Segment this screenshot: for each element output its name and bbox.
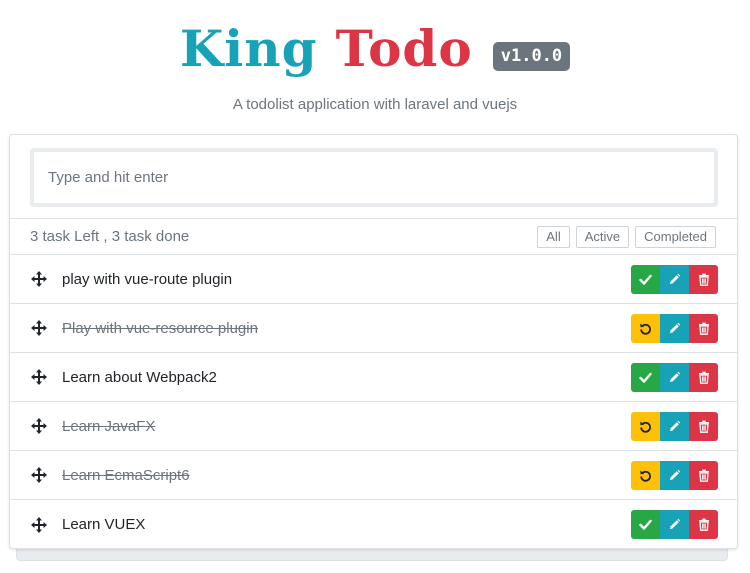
task-count-summary: 3 task Left , 3 task done [30, 228, 190, 245]
filter-group: All Active Completed [537, 225, 716, 248]
title-row: King Todo v1.0.0 [0, 14, 750, 84]
filter-completed-button[interactable]: Completed [635, 225, 716, 248]
edit-task-button[interactable] [660, 411, 689, 441]
app-title-king: King [179, 19, 318, 78]
delete-task-button[interactable] [689, 510, 718, 539]
move-arrows-icon[interactable] [30, 516, 48, 534]
move-arrows-icon[interactable] [30, 417, 48, 435]
complete-task-button[interactable] [631, 362, 660, 392]
task-row: Play with vue-resource plugin [10, 304, 737, 353]
filter-active-button[interactable]: Active [575, 225, 630, 248]
pencil-icon [668, 322, 681, 335]
task-actions [631, 313, 718, 343]
move-arrows-icon[interactable] [30, 368, 48, 386]
task-actions [631, 264, 718, 294]
edit-task-button[interactable] [660, 460, 689, 490]
trash-icon [698, 322, 710, 335]
task-row: Learn EcmaScript6 [10, 451, 737, 500]
edit-task-button[interactable] [660, 362, 689, 392]
new-task-section [10, 135, 737, 219]
pencil-icon [668, 371, 681, 384]
task-actions [631, 460, 718, 490]
undo-icon [639, 469, 652, 482]
new-task-input[interactable] [30, 148, 718, 207]
edit-task-button[interactable] [660, 510, 689, 539]
check-icon [639, 371, 652, 384]
task-row: Learn about Webpack2 [10, 353, 737, 402]
check-icon [639, 273, 652, 286]
task-title[interactable]: play with vue-route plugin [62, 271, 631, 288]
trash-icon [698, 469, 710, 482]
pencil-icon [668, 518, 681, 531]
filter-all-button[interactable]: All [537, 225, 570, 248]
edit-task-button[interactable] [660, 313, 689, 343]
delete-task-button[interactable] [689, 411, 718, 441]
task-row: Learn JavaFX [10, 402, 737, 451]
undo-icon [639, 322, 652, 335]
delete-task-button[interactable] [689, 264, 718, 294]
move-arrows-icon[interactable] [30, 466, 48, 484]
delete-task-button[interactable] [689, 362, 718, 392]
status-bar: 3 task Left , 3 task done All Active Com… [10, 219, 737, 255]
pencil-icon [668, 273, 681, 286]
app-title-todo: Todo [335, 19, 473, 78]
trash-icon [698, 420, 710, 433]
task-actions [631, 411, 718, 441]
pencil-icon [668, 469, 681, 482]
trash-icon [698, 518, 710, 531]
trash-icon [698, 371, 710, 384]
check-icon [639, 518, 652, 531]
undo-task-button[interactable] [631, 460, 660, 490]
delete-task-button[interactable] [689, 460, 718, 490]
trash-icon [698, 273, 710, 286]
task-title[interactable]: Learn EcmaScript6 [62, 467, 631, 484]
app-subtitle: A todolist application with laravel and … [232, 96, 518, 113]
pencil-icon [668, 420, 681, 433]
edit-task-button[interactable] [660, 264, 689, 294]
delete-task-button[interactable] [689, 313, 718, 343]
complete-task-button[interactable] [631, 264, 660, 294]
task-actions [631, 510, 718, 539]
task-title[interactable]: Learn JavaFX [62, 418, 631, 435]
complete-task-button[interactable] [631, 510, 660, 539]
task-list: play with vue-route plugin Play with vue-… [10, 255, 737, 549]
task-actions [631, 362, 718, 392]
app-header: King Todo v1.0.0 A todolist application … [0, 14, 750, 113]
task-title[interactable]: Learn about Webpack2 [62, 369, 631, 386]
task-row: play with vue-route plugin [10, 255, 737, 304]
undo-task-button[interactable] [631, 313, 660, 343]
move-arrows-icon[interactable] [30, 319, 48, 337]
task-title[interactable]: Play with vue-resource plugin [62, 320, 631, 337]
todo-card: 3 task Left , 3 task done All Active Com… [9, 134, 738, 549]
undo-task-button[interactable] [631, 411, 660, 441]
task-row: Learn VUEX [10, 500, 737, 549]
move-arrows-icon[interactable] [30, 270, 48, 288]
undo-icon [639, 420, 652, 433]
task-title[interactable]: Learn VUEX [62, 516, 631, 533]
version-badge: v1.0.0 [492, 41, 571, 71]
